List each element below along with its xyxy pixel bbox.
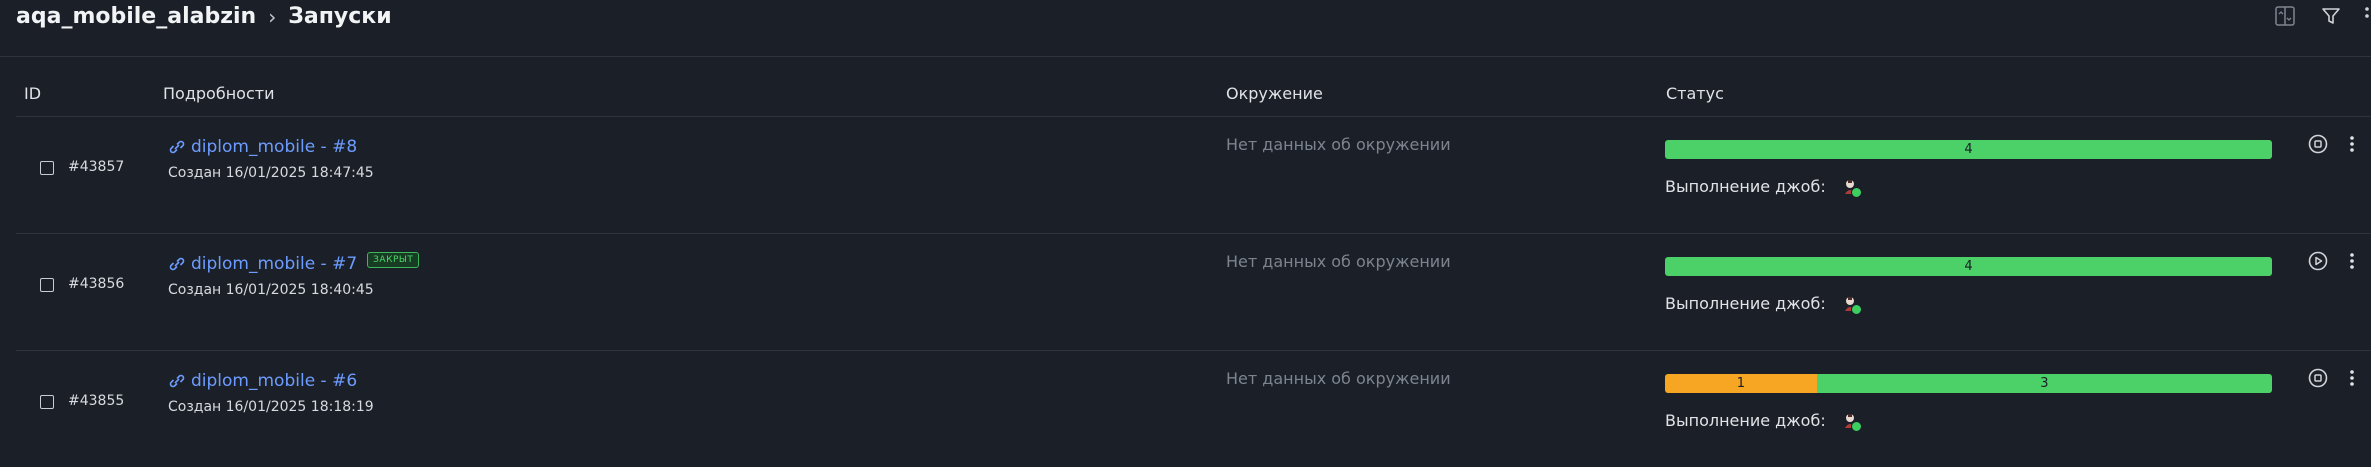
kebab-icon <box>2350 136 2354 152</box>
stop-icon <box>2308 134 2328 154</box>
created-date: Создан 16/01/2025 18:18:19 <box>168 399 374 415</box>
jobs-label: Выполнение джоб: <box>1665 177 1826 196</box>
header-details[interactable]: Подробности <box>163 84 274 103</box>
row-checkbox[interactable] <box>40 395 54 409</box>
chevron-right-icon: › <box>268 4 277 29</box>
run-id: #43857 <box>68 159 125 175</box>
avatar[interactable] <box>1842 412 1862 432</box>
play-icon <box>2308 251 2328 271</box>
run-id: #43856 <box>68 276 125 292</box>
environment-text: Нет данных об окружении <box>1226 369 1451 388</box>
online-status-dot <box>1850 186 1862 198</box>
jobs-label: Выполнение джоб: <box>1665 411 1826 430</box>
run-id: #43855 <box>68 393 125 409</box>
table-row: #43855 diplom_mobile - #6 Создан 16/01/2… <box>16 351 2371 467</box>
status-passed-segment: 3 <box>1816 374 2272 393</box>
stop-icon <box>2308 368 2328 388</box>
online-status-dot <box>1850 303 1862 315</box>
avatar[interactable] <box>1842 295 1862 315</box>
run-button[interactable] <box>2306 249 2330 273</box>
closed-badge: ЗАКРЫТ <box>367 252 420 268</box>
page-title: Запуски <box>288 4 392 29</box>
breadcrumb: aqa_mobile_alabzin › Запуски <box>16 4 392 29</box>
link-icon <box>169 374 185 388</box>
row-menu-button[interactable] <box>2344 132 2360 156</box>
compare-icon[interactable] <box>2271 2 2299 30</box>
status-bar[interactable]: 4 <box>1665 257 2272 276</box>
run-link-label[interactable]: diplom_mobile - #8 <box>191 137 357 157</box>
toolbar <box>2271 2 2371 30</box>
stop-run-button[interactable] <box>2306 132 2330 156</box>
status-passed-segment: 4 <box>1665 257 2272 276</box>
kebab-icon <box>2350 253 2354 269</box>
header-status[interactable]: Статус <box>1666 84 1724 103</box>
stop-run-button[interactable] <box>2306 366 2330 390</box>
kebab-icon <box>2350 370 2354 386</box>
jobs-execution: Выполнение джоб: <box>1665 294 1862 315</box>
breadcrumb-project[interactable]: aqa_mobile_alabzin <box>16 4 256 29</box>
filter-icon[interactable] <box>2317 2 2345 30</box>
row-checkbox[interactable] <box>40 278 54 292</box>
jobs-execution: Выполнение джоб: <box>1665 177 1862 198</box>
row-checkbox[interactable] <box>40 161 54 175</box>
link-icon <box>169 140 185 154</box>
jobs-label: Выполнение джоб: <box>1665 294 1826 313</box>
table-row: #43856 diplom_mobile - #7 ЗАКРЫТ Создан … <box>16 234 2371 351</box>
table-row: #43857 diplom_mobile - #8 Создан 16/01/2… <box>16 117 2371 234</box>
avatar[interactable] <box>1842 178 1862 198</box>
header-environment[interactable]: Окружение <box>1226 84 1323 103</box>
created-date: Создан 16/01/2025 18:40:45 <box>168 282 374 298</box>
jobs-execution: Выполнение джоб: <box>1665 411 1862 432</box>
more-icon[interactable] <box>2363 2 2371 30</box>
header-id[interactable]: ID <box>24 84 41 103</box>
environment-text: Нет данных об окружении <box>1226 252 1451 271</box>
run-link[interactable]: diplom_mobile - #6 <box>167 371 357 391</box>
row-menu-button[interactable] <box>2344 249 2360 273</box>
status-bar[interactable]: 4 <box>1665 140 2272 159</box>
created-date: Создан 16/01/2025 18:47:45 <box>168 165 374 181</box>
link-icon <box>169 257 185 271</box>
row-menu-button[interactable] <box>2344 366 2360 390</box>
environment-text: Нет данных об окружении <box>1226 135 1451 154</box>
run-link-label[interactable]: diplom_mobile - #6 <box>191 371 357 391</box>
run-link-label[interactable]: diplom_mobile - #7 <box>191 254 357 274</box>
status-passed-segment: 4 <box>1665 140 2272 159</box>
top-bar: aqa_mobile_alabzin › Запуски <box>0 0 2371 57</box>
table-header: ID Подробности Окружение Статус <box>16 56 2371 117</box>
status-broken-segment: 1 <box>1665 374 1817 393</box>
online-status-dot <box>1850 420 1862 432</box>
run-link[interactable]: diplom_mobile - #7 ЗАКРЫТ <box>167 252 420 274</box>
status-bar[interactable]: 1 3 <box>1665 374 2272 393</box>
run-link[interactable]: diplom_mobile - #8 <box>167 137 357 157</box>
